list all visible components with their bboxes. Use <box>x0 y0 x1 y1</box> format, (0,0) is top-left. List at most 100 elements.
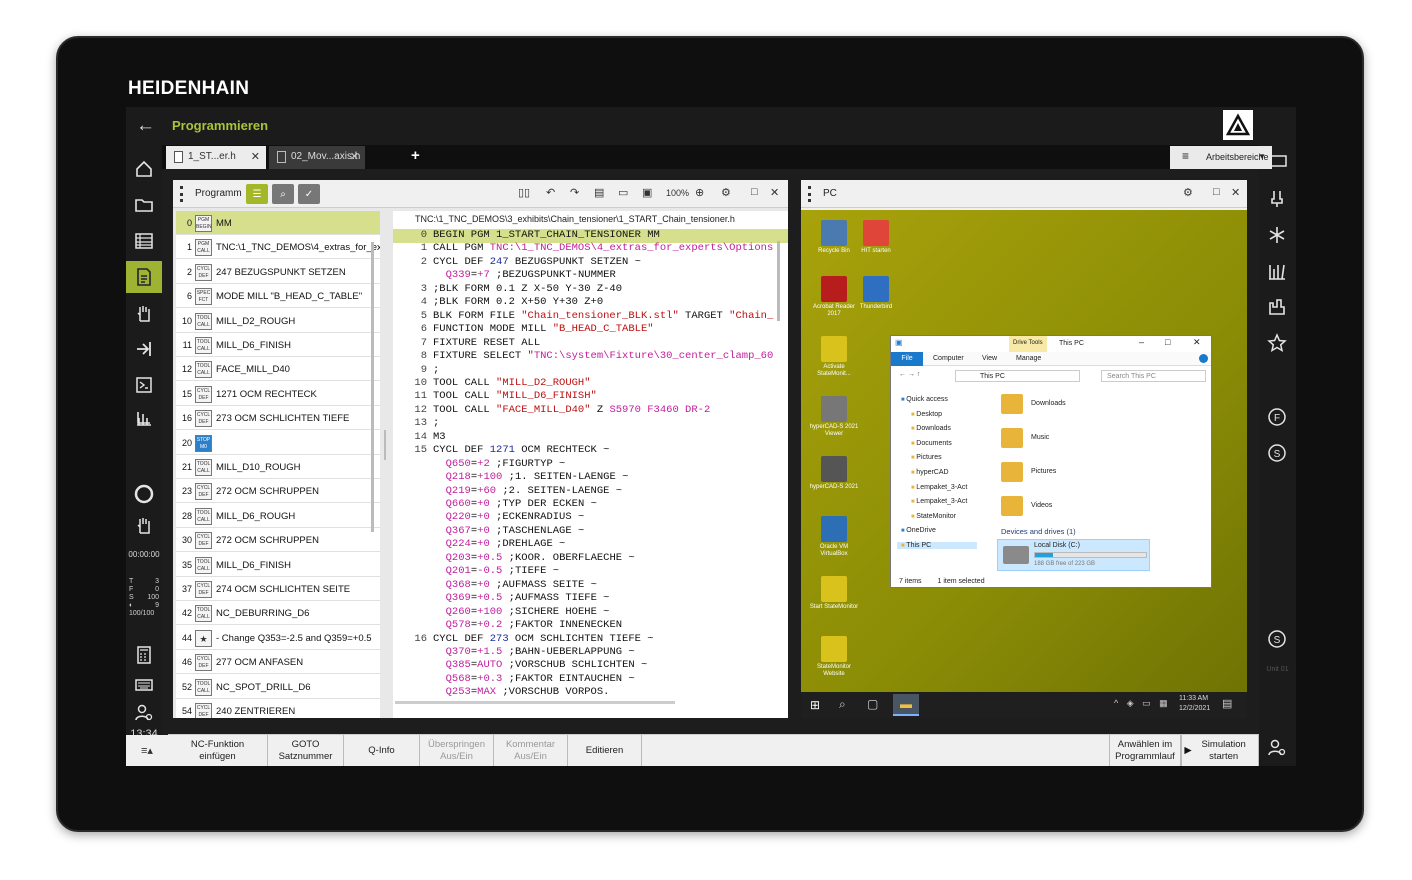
code-line[interactable]: Q253=MAX ;VORSCHUB VORPOS. <box>393 686 788 700</box>
handwheel-hand-icon[interactable] <box>126 509 162 541</box>
maximize-icon[interactable]: □ <box>751 186 758 198</box>
code-line[interactable]: 2 CYCL DEF 247 BEZUGSPUNKT SETZEN ~ <box>393 256 788 270</box>
code-line[interactable]: Q660=+0 ;TYP DER ECKEN ~ <box>393 498 788 512</box>
code-hscrollbar[interactable] <box>395 701 675 704</box>
tool-holder-icon[interactable] <box>1259 183 1295 215</box>
nc-start-circle-icon[interactable] <box>126 478 162 510</box>
minimize-icon[interactable]: – <box>1139 337 1144 347</box>
code-line[interactable]: 11 TOOL CALL "MILL_D6_FINISH" <box>393 390 788 404</box>
tree-row[interactable]: 46 CYCL DEF 277 OCM ANFASEN <box>176 650 380 675</box>
devices-header[interactable]: Devices and drives (1) <box>1001 527 1076 536</box>
folder-item[interactable]: Downloads <box>1001 392 1151 418</box>
code-line[interactable]: Q203=+0.5 ;KOOR. OBERFLAECHE ~ <box>393 552 788 566</box>
back-arrow-icon[interactable]: ← <box>136 115 155 137</box>
code-line[interactable]: 5 BLK FORM FILE "Chain_tensioner_BLK.stl"… <box>393 310 788 324</box>
drive-tools-tab[interactable]: Drive Tools <box>1009 336 1047 352</box>
tree-row[interactable]: 23 CYCL DEF 272 OCM SCHRUPPEN <box>176 479 380 504</box>
tree-row[interactable]: 54 CYCL DEF 240 ZENTRIEREN <box>176 699 380 718</box>
tab-1-start[interactable]: 1_ST...er.h ✕ <box>166 146 266 169</box>
tree-row[interactable]: 37 CYCL DEF 274 OCM SCHLICHTEN SEITE <box>176 577 380 601</box>
windows-start-icon[interactable]: ⊞ <box>810 698 820 712</box>
split-handle[interactable] <box>384 430 386 460</box>
close-icon[interactable]: ✕ <box>1231 186 1240 199</box>
programming-mode-icon[interactable] <box>126 261 162 293</box>
code-line[interactable]: Q368=+0 ;AUFMASS SEITE ~ <box>393 579 788 593</box>
maximize-icon[interactable]: □ <box>1165 337 1170 347</box>
gear-icon[interactable]: ⚙ <box>721 186 731 199</box>
code-line[interactable]: Q220=+0 ;ECKENRADIUS ~ <box>393 511 788 525</box>
user-login-icon[interactable] <box>1259 732 1295 764</box>
favorites-star-icon[interactable] <box>1259 327 1295 359</box>
undo-icon[interactable]: ↶ <box>546 186 555 199</box>
rapid-override-icon[interactable]: S <box>1259 623 1295 655</box>
workarea-dropdown[interactable]: ≡ Arbeitsbereiche ▼ <box>1170 146 1272 169</box>
nav-item[interactable]: ■ Downloads <box>911 425 951 432</box>
gear-icon[interactable]: ⚙ <box>1183 186 1193 199</box>
code-line[interactable]: Q578=+0.2 ;FAKTOR INNENECKEN <box>393 619 788 633</box>
code-line[interactable]: Q367=+0 ;TASCHENLAGE ~ <box>393 525 788 539</box>
code-line[interactable]: Q650=+2 ;FIGURTYP ~ <box>393 458 788 472</box>
code-line[interactable]: 6 FUNCTION MODE MILL "B_HEAD_C_TABLE" <box>393 323 788 337</box>
nav-item[interactable]: ■ OneDrive <box>901 527 936 534</box>
code-line[interactable]: 1 CALL PGM TNC:\1_TNC_DEMOS\4_extras_for_… <box>393 242 788 256</box>
close-icon[interactable]: ✕ <box>350 150 359 163</box>
nav-item[interactable]: ■ hyperCAD <box>911 469 949 476</box>
nav-item[interactable]: ■ Lempaket_3-Act <box>911 498 967 505</box>
nav-item[interactable]: ■ Desktop <box>911 411 942 418</box>
tree-row[interactable]: 12 TOOL CALL FACE_MILL_D40 <box>176 357 380 382</box>
program-run-icon[interactable] <box>126 333 162 365</box>
code-line[interactable]: Q339=+7 ;BEZUGSPUNKT-NUMMER <box>393 269 788 283</box>
maximize-icon[interactable]: □ <box>1213 186 1220 198</box>
notification-icon[interactable]: ▤ <box>1222 697 1232 710</box>
ribbon-view[interactable]: View <box>982 355 997 362</box>
code-line[interactable]: 0 BEGIN PGM 1_START_CHAIN_TENSIONER MM <box>393 229 788 243</box>
tree-scrollbar[interactable] <box>371 242 374 532</box>
code-line[interactable]: Q369=+0.5 ;AUFMASS TIEFE ~ <box>393 592 788 606</box>
drag-handle-icon[interactable] <box>180 186 183 202</box>
tree-row[interactable]: 10 TOOL CALL MILL_D2_ROUGH <box>176 309 380 333</box>
softkey-2[interactable]: GOTO Satznummer <box>268 735 344 766</box>
nav-item[interactable]: ■ Lempaket_3-Act <box>911 484 967 491</box>
search-box[interactable]: Search This PC <box>1101 370 1206 382</box>
desktop-icon[interactable]: hyperCAD-S 2021 <box>809 456 859 491</box>
tree-row[interactable]: 35 TOOL CALL MILL_D6_FINISH <box>176 553 380 577</box>
code-line[interactable]: 9; <box>393 364 788 378</box>
code-line[interactable]: 16 CYCL DEF 273 OCM SCHLICHTEN TIEFE ~ <box>393 633 788 647</box>
axis-bars-icon[interactable] <box>1259 255 1295 287</box>
local-disk[interactable]: Local Disk (C:) 188 GB free of 223 GB <box>997 539 1150 571</box>
save-icon[interactable]: ▭ <box>618 186 628 199</box>
manual-hand-icon[interactable] <box>126 297 162 329</box>
tables-tool-icon[interactable] <box>126 403 162 435</box>
softkey-1[interactable]: NC-Funktion einfügen <box>168 735 268 766</box>
nav-arrows-icon[interactable]: ← → ↑ <box>899 371 920 378</box>
tree-row[interactable]: 44 ★ - Change Q353=-2.5 and Q359=+0.5 <box>176 626 380 650</box>
tree-row[interactable]: 21 TOOL CALL MILL_D10_ROUGH <box>176 455 380 479</box>
code-line[interactable]: 4 ;BLK FORM 0.2 X+50 Y+30 Z+0 <box>393 296 788 310</box>
compare-icon[interactable]: ▯▯ <box>518 186 530 199</box>
search-icon[interactable]: ⌕ <box>839 697 846 712</box>
code-line[interactable]: Q219=+60 ;2. SEITEN-LAENGE ~ <box>393 485 788 499</box>
desktop-icon[interactable]: Start StateMonitor <box>809 576 859 611</box>
table-icon[interactable] <box>126 225 162 257</box>
structure-list-button[interactable]: ☰ <box>246 184 268 204</box>
code-line[interactable]: Q201=-0.5 ;TIEFE ~ <box>393 565 788 579</box>
edit-list-icon[interactable]: ▤ <box>594 186 604 199</box>
ribbon-manage[interactable]: Manage <box>1016 355 1041 362</box>
code-line[interactable]: Q224=+0 ;DREHLAGE ~ <box>393 538 788 552</box>
folder-item[interactable]: Videos <box>1001 494 1151 520</box>
nav-item[interactable]: ■ Quick access <box>901 396 948 403</box>
code-line[interactable]: Q385=AUTO ;VORSCHUB SCHLICHTEN ~ <box>393 659 788 673</box>
tree-row[interactable]: 42 TOOL CALL NC_DEBURRING_D6 <box>176 601 380 626</box>
tree-row[interactable]: 1 PGM CALL TNC:\1_TNC_DEMOS\4_extras_for_e… <box>176 235 380 260</box>
tray-icons[interactable]: ^ ◈ ▭ ▦ <box>1114 698 1171 709</box>
tree-row[interactable]: 2 CYCL DEF 247 BEZUGSPUNKT SETZEN <box>176 260 380 284</box>
check-button[interactable]: ✓ <box>298 184 320 204</box>
drag-handle-icon[interactable] <box>808 186 811 202</box>
mdi-icon[interactable] <box>126 369 162 401</box>
calculator-icon[interactable] <box>126 639 162 671</box>
nav-item[interactable]: ■ StateMonitor <box>911 513 956 520</box>
code-line[interactable]: 10 TOOL CALL "MILL_D2_ROUGH" <box>393 377 788 391</box>
desktop-icon[interactable]: StateMonitor Website <box>809 636 859 678</box>
softkey-3[interactable]: Q-Info <box>344 735 420 766</box>
save-as-icon[interactable]: ▣ <box>642 186 652 199</box>
